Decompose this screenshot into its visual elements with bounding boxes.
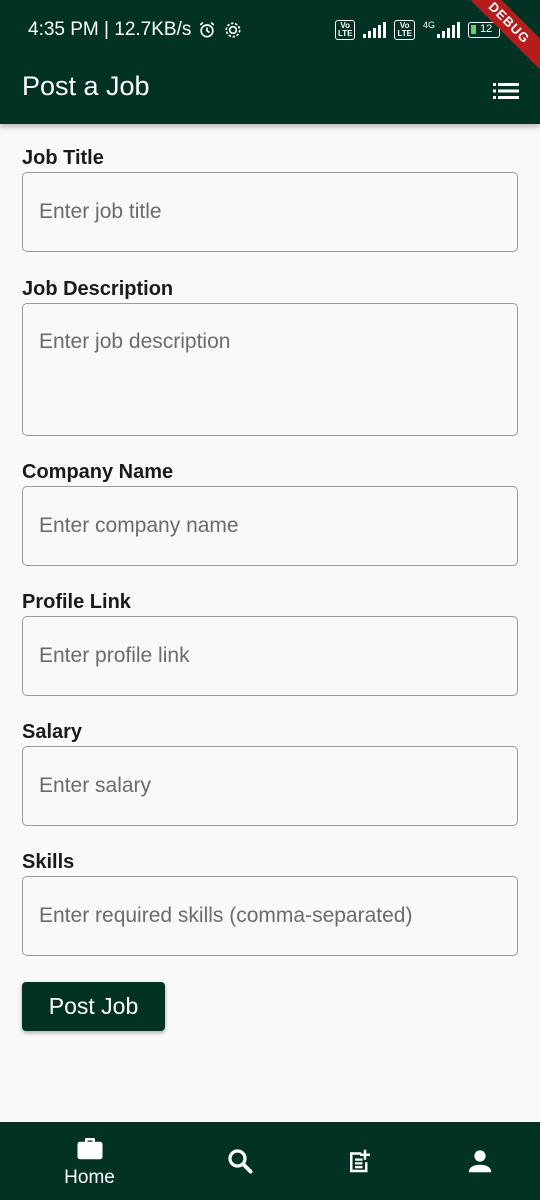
company-name-field: Company Name Enter company name (22, 459, 518, 566)
salary-input[interactable]: Enter salary (22, 746, 518, 826)
profile-link-field: Profile Link Enter profile link (22, 589, 518, 696)
status-bar: 4:35 PM | 12.7KB/s Vo LTE Vo LTE 4G 12 (0, 0, 540, 60)
job-title-field: Job Title Enter job title (22, 145, 518, 252)
salary-label: Salary (22, 721, 83, 743)
list-icon[interactable] (492, 77, 520, 105)
search-icon (227, 1149, 252, 1174)
profile-link-label: Profile Link (22, 591, 131, 613)
job-description-field: Job Description Enter job description (22, 276, 518, 436)
volte-icon-2: Vo LTE (394, 20, 415, 40)
nav-post[interactable] (292, 1122, 427, 1200)
page-title: Post a Job (22, 71, 150, 101)
nav-search[interactable] (172, 1122, 307, 1200)
volte-icon: Vo LTE (334, 20, 356, 40)
skills-input[interactable]: Enter required skills (comma-separated) (22, 876, 518, 956)
skills-field: Skills Enter required skills (comma-sepa… (22, 849, 518, 956)
bottom-nav: Home (0, 1122, 540, 1200)
settings-icon (225, 22, 241, 38)
company-name-label: Company Name (22, 461, 174, 483)
app-bar: Post a Job (0, 60, 540, 124)
post-job-form: Job Title Enter job title Job Descriptio… (22, 145, 518, 956)
profile-link-input[interactable]: Enter profile link (22, 616, 518, 696)
job-title-label: Job Title (22, 147, 104, 169)
signal-icon-2 (437, 22, 460, 38)
nav-home-label: Home (64, 1167, 115, 1188)
nav-home[interactable]: Home (22, 1122, 157, 1200)
signal-icon (363, 22, 387, 38)
job-title-input[interactable]: Enter job title (22, 172, 518, 252)
salary-field: Salary Enter salary (22, 719, 518, 826)
job-description-label: Job Description (22, 278, 174, 300)
alarm-icon (200, 21, 215, 38)
post-job-button[interactable]: Post Job (22, 982, 165, 1031)
company-name-input[interactable]: Enter company name (22, 486, 518, 566)
network-type: 4G (422, 20, 435, 30)
briefcase-icon (77, 1138, 102, 1160)
post-add-icon (349, 1149, 370, 1173)
nav-profile[interactable] (412, 1122, 540, 1200)
status-time: 4:35 PM | 12.7KB/s (28, 19, 192, 40)
job-description-input[interactable]: Enter job description (22, 303, 518, 436)
skills-label: Skills (22, 851, 75, 873)
person-icon (468, 1150, 491, 1173)
